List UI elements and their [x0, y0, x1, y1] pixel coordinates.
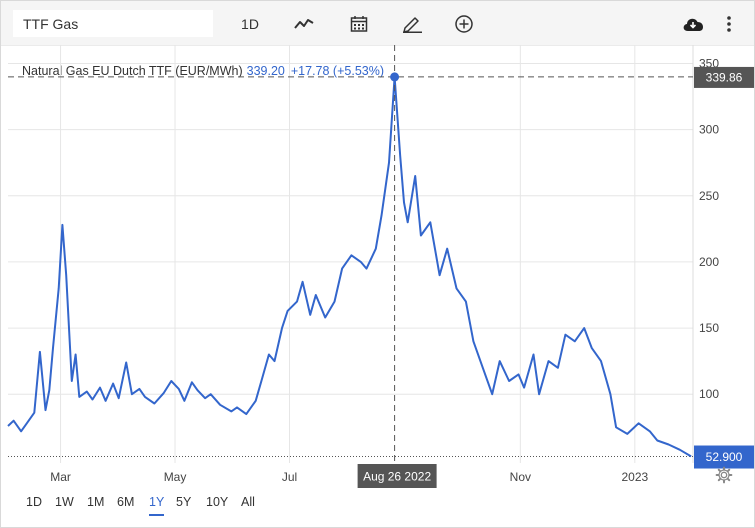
y-tick-label: 250: [699, 189, 719, 203]
settings-gear-icon[interactable]: [715, 466, 733, 484]
series-line: [7, 75, 692, 458]
symbol-search-input[interactable]: [13, 10, 213, 37]
x-tick-label: 2023: [621, 470, 648, 484]
interval-label: 1D: [241, 16, 259, 32]
crosshair-value-label: 339.86: [706, 70, 743, 84]
chart-window: 1D: [0, 0, 755, 528]
y-tick-label: 150: [699, 321, 719, 335]
add-indicator-button[interactable]: [451, 11, 477, 37]
range-button-1y[interactable]: 1Y: [149, 495, 165, 516]
y-tick-label: 300: [699, 123, 719, 137]
chart-type-icon: [294, 19, 314, 29]
date-range-button[interactable]: [346, 11, 372, 37]
crosshair-date-label: Aug 26 2022: [363, 470, 431, 484]
crosshair-point: [390, 72, 400, 82]
last-value-label: 52.900: [706, 450, 743, 464]
draw-button[interactable]: [399, 11, 425, 37]
x-tick-label: Nov: [510, 470, 531, 484]
download-cloud-icon: [683, 18, 703, 31]
chart-type-button[interactable]: [291, 11, 317, 37]
range-button-6m[interactable]: 6M: [117, 495, 134, 514]
more-vert-icon: [727, 16, 731, 32]
range-button-1d[interactable]: 1D: [26, 495, 42, 514]
range-button-1m[interactable]: 1M: [87, 495, 104, 514]
x-tick-label: Mar: [50, 470, 71, 484]
range-button-all[interactable]: All: [241, 495, 255, 514]
x-tick-label: May: [164, 470, 187, 484]
plus-circle-icon: [455, 15, 473, 33]
range-button-1w[interactable]: 1W: [55, 495, 74, 514]
y-tick-label: 200: [699, 255, 719, 269]
download-button[interactable]: [681, 11, 705, 37]
y-tick-label: 100: [699, 387, 719, 401]
more-options-button[interactable]: [719, 11, 739, 37]
interval-button[interactable]: 1D: [237, 11, 263, 37]
pencil-icon: [403, 17, 422, 33]
toolbar: 1D: [1, 1, 754, 46]
calendar-icon: [350, 16, 368, 32]
range-selector: 1D 1W 1M 6M 1Y 5Y 10Y All: [1, 489, 754, 527]
x-tick-label: Jul: [282, 470, 297, 484]
range-button-5y[interactable]: 5Y: [176, 495, 191, 514]
price-chart[interactable]: 100150200250300350Mar May Jul Nov 2023339.86…: [1, 45, 754, 489]
range-button-10y[interactable]: 10Y: [206, 495, 228, 514]
